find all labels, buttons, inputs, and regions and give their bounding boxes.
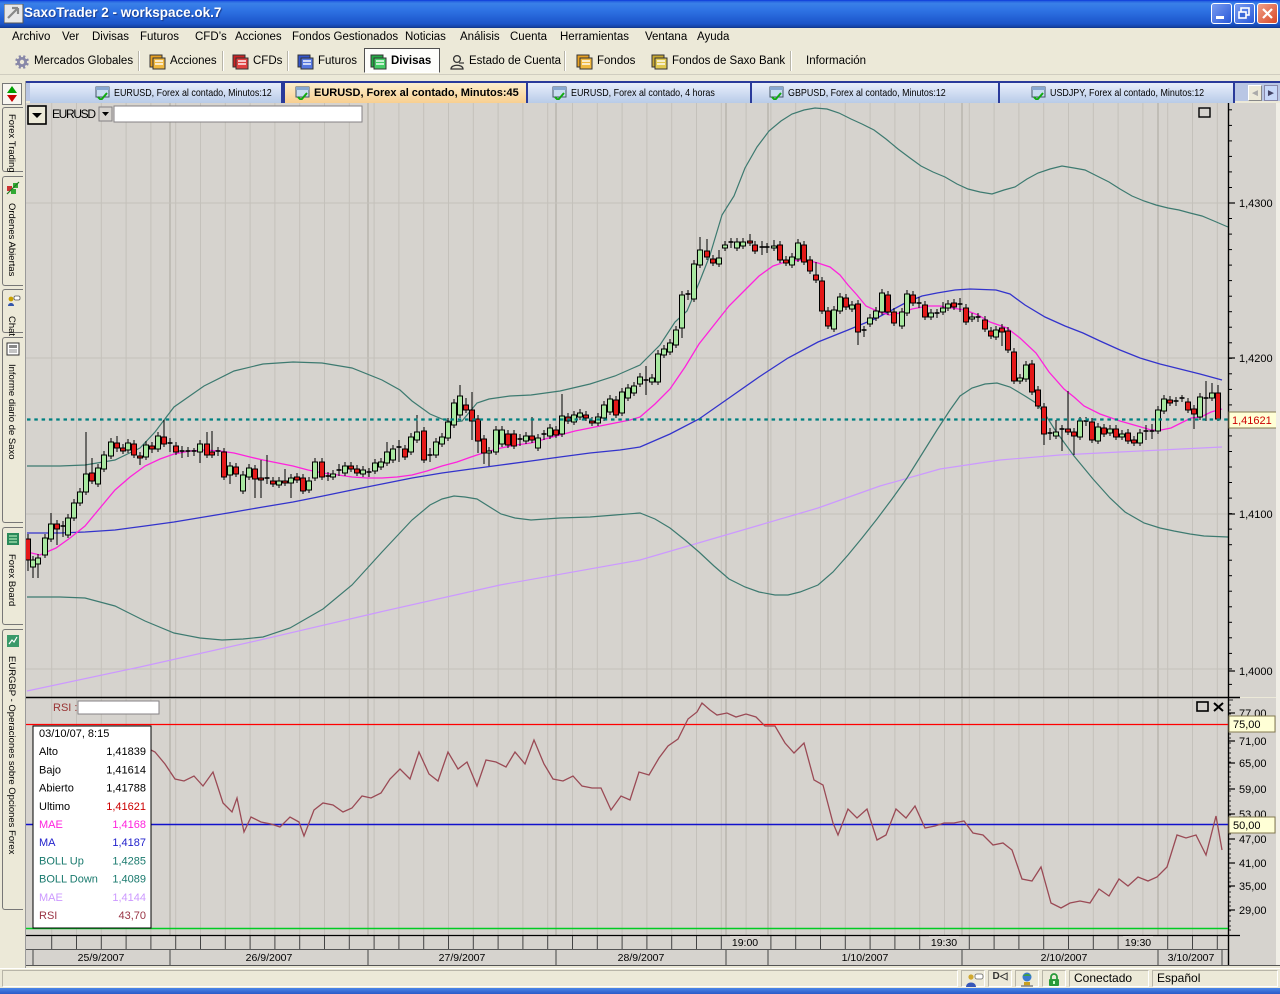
- svg-text:47,00: 47,00: [1239, 834, 1267, 846]
- svg-text:03/10/07, 8:15: 03/10/07, 8:15: [39, 728, 109, 740]
- svg-text:35,00: 35,00: [1239, 881, 1267, 893]
- svg-text:RSI: RSI: [39, 910, 57, 922]
- svg-text:1,41839: 1,41839: [106, 746, 146, 758]
- svg-text:1,4300: 1,4300: [1239, 198, 1273, 210]
- svg-text:71,00: 71,00: [1239, 736, 1267, 748]
- svg-text:1,4200: 1,4200: [1239, 353, 1273, 365]
- svg-text:65,00: 65,00: [1239, 758, 1267, 770]
- svg-text:1,4187: 1,4187: [112, 837, 146, 849]
- svg-text:Alto: Alto: [39, 746, 58, 758]
- svg-text:50,00: 50,00: [1233, 820, 1261, 832]
- svg-text:3/10/2007: 3/10/2007: [1168, 952, 1215, 964]
- svg-text:1,4285: 1,4285: [112, 855, 146, 867]
- svg-text:1/10/2007: 1/10/2007: [842, 952, 889, 964]
- svg-text:EURUSD: EURUSD: [52, 107, 96, 121]
- svg-text:1,41621: 1,41621: [106, 801, 146, 813]
- svg-text:1,4144: 1,4144: [112, 892, 146, 904]
- svg-text:MA: MA: [39, 837, 56, 849]
- svg-text:Ultimo: Ultimo: [39, 801, 70, 813]
- svg-text:RSI :: RSI :: [53, 702, 77, 714]
- svg-text:26/9/2007: 26/9/2007: [246, 952, 293, 964]
- svg-text:1,4168: 1,4168: [112, 819, 146, 831]
- svg-text:43,70: 43,70: [118, 910, 146, 922]
- svg-text:Bajo: Bajo: [39, 764, 61, 776]
- svg-text:59,00: 59,00: [1239, 784, 1267, 796]
- svg-text:27/9/2007: 27/9/2007: [439, 952, 486, 964]
- svg-text:MAE: MAE: [39, 819, 63, 831]
- svg-text:19:00: 19:00: [732, 937, 758, 949]
- svg-text:1,41788: 1,41788: [106, 783, 146, 795]
- svg-text:Abierto: Abierto: [39, 783, 74, 795]
- svg-text:19:30: 19:30: [1125, 937, 1151, 949]
- svg-text:25/9/2007: 25/9/2007: [78, 952, 125, 964]
- svg-text:1,41614: 1,41614: [106, 764, 146, 776]
- svg-text:MAE: MAE: [39, 892, 63, 904]
- svg-text:75,00: 75,00: [1233, 719, 1261, 731]
- svg-text:29,00: 29,00: [1239, 905, 1267, 917]
- svg-text:1,41621: 1,41621: [1232, 415, 1272, 427]
- svg-text:1,4100: 1,4100: [1239, 509, 1273, 521]
- svg-text:28/9/2007: 28/9/2007: [618, 952, 665, 964]
- svg-text:BOLL Up: BOLL Up: [39, 855, 84, 867]
- svg-text:1,4089: 1,4089: [112, 874, 146, 886]
- svg-text:19:30: 19:30: [931, 937, 957, 949]
- svg-text:1,4000: 1,4000: [1239, 666, 1273, 678]
- svg-text:BOLL Down: BOLL Down: [39, 874, 98, 886]
- svg-text:2/10/2007: 2/10/2007: [1041, 952, 1088, 964]
- svg-text:41,00: 41,00: [1239, 858, 1267, 870]
